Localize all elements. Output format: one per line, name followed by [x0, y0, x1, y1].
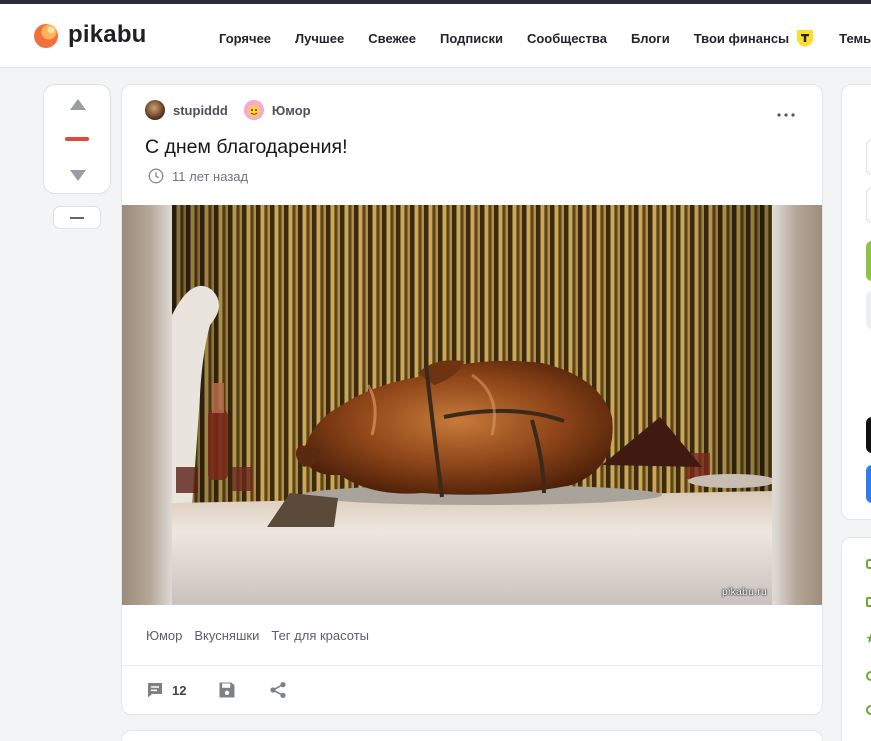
nav-hot[interactable]: Горячее: [219, 31, 271, 46]
sidebar-icon[interactable]: [866, 559, 871, 569]
comments-button[interactable]: 12: [146, 681, 186, 699]
divider: [122, 665, 822, 666]
star-icon[interactable]: [866, 633, 871, 643]
nav-communities[interactable]: Сообщества: [527, 31, 607, 46]
tag-item[interactable]: Тег для красоты: [271, 628, 369, 643]
save-button[interactable]: [218, 681, 236, 699]
pikabu-logo-icon: [32, 20, 62, 50]
tag-item[interactable]: Вкусняшки: [194, 628, 259, 643]
next-post-card: [121, 730, 823, 741]
tinkoff-badge-icon: [795, 28, 815, 48]
post-card: stupiddd Юмор С днем благодарения! 11 ле…: [121, 84, 823, 715]
author-link[interactable]: stupiddd: [173, 103, 228, 118]
nav-topics[interactable]: Темы: [839, 31, 871, 46]
avatar[interactable]: [145, 100, 165, 120]
post-meta: stupiddd Юмор: [145, 100, 311, 120]
nav-blogs[interactable]: Блоги: [631, 31, 670, 46]
post-title[interactable]: С днем благодарения!: [145, 136, 347, 159]
nav-finance-label: Твои финансы: [693, 30, 790, 46]
sidebar-input[interactable]: [866, 187, 871, 223]
sidebar-icon[interactable]: [866, 671, 871, 681]
nav-fresh[interactable]: Свежее: [368, 31, 416, 46]
comment-icon: [148, 683, 162, 698]
image-watermark: pikabu.ru: [722, 586, 767, 598]
minus-icon: [70, 217, 84, 219]
post-tags: Юмор Вкусняшки Тег для красоты: [146, 628, 381, 643]
vote-panel: [43, 84, 111, 194]
arrow-up-icon[interactable]: [68, 97, 88, 113]
site-header: pikabu Горячее Лучшее Свежее Подписки Со…: [0, 4, 871, 68]
sidebar-button-grey[interactable]: [866, 291, 871, 329]
roast-photo: [172, 205, 772, 605]
sidebar-icon[interactable]: [866, 705, 871, 715]
save-icon: [219, 682, 235, 698]
nav-best[interactable]: Лучшее: [295, 31, 344, 46]
post-actions: 12: [146, 681, 287, 699]
sidebar-button-green[interactable]: [866, 241, 871, 281]
rating-mark: [65, 137, 89, 141]
collapse-button[interactable]: [53, 206, 101, 229]
tag-item[interactable]: Юмор: [146, 628, 182, 643]
nav-subscriptions[interactable]: Подписки: [440, 31, 503, 46]
arrow-down-icon[interactable]: [68, 167, 88, 183]
share-icon: [270, 682, 287, 698]
sidebar-panel: [841, 84, 871, 520]
community-icon[interactable]: [243, 100, 264, 120]
community-link[interactable]: Юмор: [272, 103, 311, 118]
post-image[interactable]: pikabu.ru: [122, 205, 822, 605]
comments-count: 12: [172, 682, 187, 698]
main-nav: Горячее Лучшее Свежее Подписки Сообществ…: [219, 28, 871, 48]
clock-icon: [148, 168, 164, 184]
logo-text: pikabu: [68, 21, 147, 48]
more-options-icon[interactable]: [776, 105, 796, 125]
time-text: 11 лет назад: [172, 168, 249, 184]
sidebar-icon[interactable]: [866, 597, 871, 607]
nav-finance[interactable]: Твои финансы: [694, 28, 815, 48]
sidebar-panel-2: [841, 537, 871, 741]
sidebar-input[interactable]: [866, 139, 871, 175]
post-time: 11 лет назад: [148, 168, 248, 184]
sidebar-button-blue[interactable]: [866, 465, 871, 503]
logo[interactable]: pikabu: [32, 20, 147, 50]
sidebar-button-black[interactable]: [866, 417, 871, 453]
share-button[interactable]: [269, 681, 287, 699]
